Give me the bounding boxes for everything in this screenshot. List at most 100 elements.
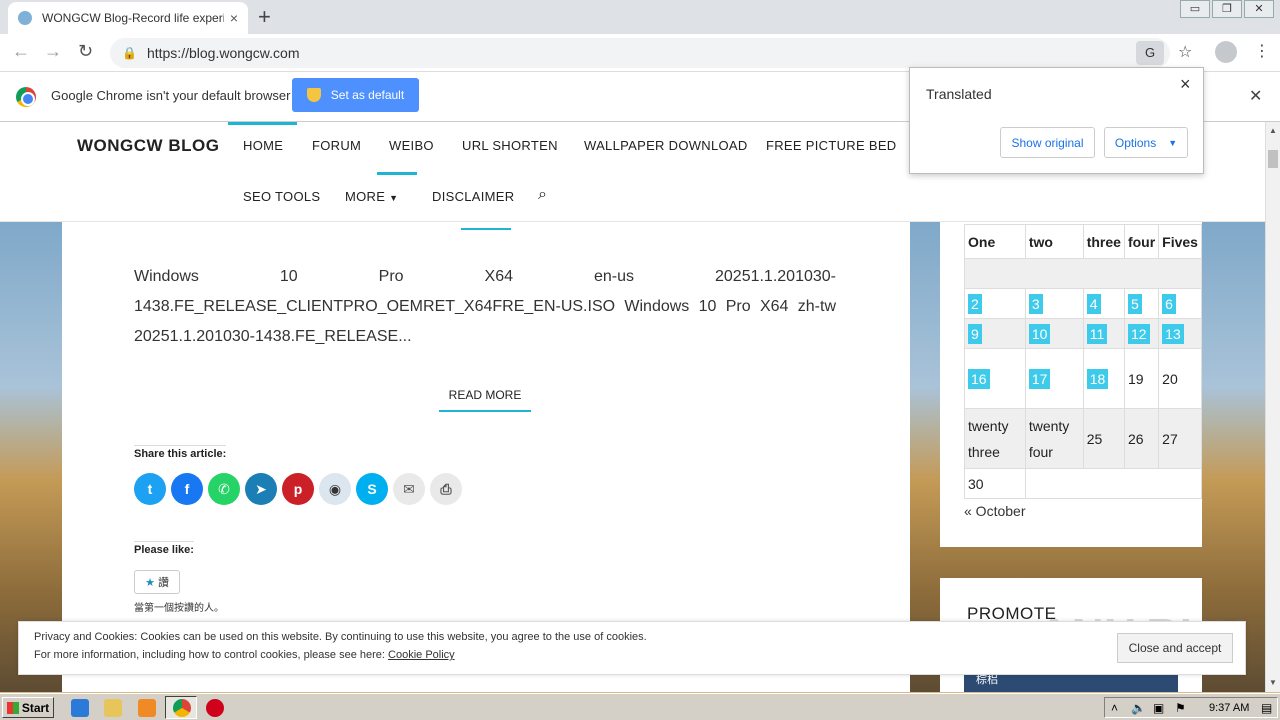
calendar-header: One [964,224,1026,259]
flag-icon[interactable]: ⚑ [1175,701,1186,715]
calendar-day-link[interactable]: 3 [1028,293,1043,314]
search-icon[interactable]: ⌕ [538,186,547,204]
calendar-day-link[interactable]: 4 [1086,293,1101,314]
read-more-button[interactable]: READ MORE [439,388,531,412]
calendar-day: twenty four [1024,408,1084,469]
like-button-label: 讚 [157,577,169,589]
scroll-down-icon[interactable]: ▼ [1269,678,1277,687]
windows-flag-icon [6,701,19,714]
translate-options-button[interactable]: Options ▼ [1104,127,1188,158]
whatsapp-share-icon[interactable]: ✆ [208,473,240,505]
translate-popup: Translated × Show original Options ▼ [909,67,1204,174]
skype-share-icon[interactable]: S [356,473,388,505]
calendar-prev-link[interactable]: « October [964,503,1025,519]
browser-tab[interactable]: WONGCW Blog-Record life experience × [8,2,248,34]
calendar-day-link[interactable]: 2 [968,293,982,314]
telegram-share-icon[interactable]: ➤ [245,473,277,505]
calendar-header: two [1024,224,1084,259]
restore-button[interactable]: ❐ [1212,0,1242,18]
shield-antivirus-icon[interactable] [206,699,224,717]
facebook-share-icon[interactable]: f [171,473,203,505]
cookie-text-more: For more information, including how to c… [34,649,455,661]
like-heading: Please like: [134,541,194,556]
translate-popup-close-icon[interactable]: × [1180,74,1191,95]
forward-button[interactable]: → [44,41,62,62]
nav-home[interactable]: HOME [243,138,283,153]
hover-nav-indicator [377,172,417,175]
page-scrollbar[interactable]: ▲ ▼ [1265,122,1280,692]
share-heading: Share this article: [134,445,227,460]
nav-more[interactable]: MORE ▼ [345,189,398,204]
address-bar[interactable]: 🔒 https://blog.wongcw.com G [110,38,1170,68]
media-player-icon[interactable] [138,699,156,717]
calendar-day-link[interactable]: 18 [1086,368,1109,389]
internet-explorer-icon[interactable] [71,699,89,717]
nav-weibo[interactable]: WEIBO [389,138,434,153]
calendar-header: Fives [1158,224,1202,259]
tab-close-icon[interactable]: × [230,10,238,26]
tab-strip: WONGCW Blog-Record life experience × + ▭… [0,0,1280,34]
nav-free-picture-bed[interactable]: FREE PICTURE BED [766,138,896,153]
calendar-day-link[interactable]: 16 [968,368,990,389]
calendar-day: 20 [1158,348,1202,409]
reddit-share-icon[interactable]: ◉ [319,473,351,505]
calendar-day-link[interactable]: 5 [1127,293,1142,314]
chrome-taskbar-button[interactable] [165,696,197,719]
menu-icon[interactable]: ⋮ [1254,41,1270,61]
calendar-day: 25 [1082,408,1125,469]
close-window-button[interactable]: ✕ [1244,0,1274,18]
calendar-empty-row [964,258,1202,289]
calendar-day: 27 [1158,408,1202,469]
new-tab-button[interactable]: + [258,4,271,30]
nav-wallpaper-download[interactable]: WALLPAPER DOWNLOAD [584,138,748,153]
network-icon[interactable]: ▣ [1153,701,1164,715]
calendar-day-link[interactable]: 17 [1028,368,1051,389]
reload-button[interactable]: ↻ [78,41,93,62]
like-caption: 當第一個按讚的人。 [134,603,224,614]
show-original-button[interactable]: Show original [1000,127,1095,158]
calendar-day-link[interactable]: 6 [1162,293,1176,314]
cookie-banner: Privacy and Cookies: Cookies can be used… [18,621,1246,675]
infobar-message: Google Chrome isn't your default browser [51,88,291,103]
set-default-button[interactable]: Set as default [292,78,419,112]
print-share-icon[interactable]: ⎙ [430,473,462,505]
calendar-header: three [1082,224,1125,259]
scroll-thumb[interactable] [1268,150,1278,168]
volume-icon[interactable]: 🔈 [1131,701,1146,715]
notification-icon[interactable]: ▤ [1261,701,1272,715]
calendar-day-link[interactable]: 12 [1127,323,1150,344]
nav-seo-tools[interactable]: SEO TOOLS [243,189,320,204]
bookmark-star-icon[interactable]: ☆ [1178,42,1192,62]
twitter-share-icon[interactable]: t [134,473,166,505]
set-default-label: Set as default [330,88,405,102]
favicon-icon [18,11,32,25]
system-tray: ˄ 🔈 ▣ ⚑ 9:37 AM ▤ [1104,697,1278,718]
pinterest-share-icon[interactable]: p [282,473,314,505]
calendar-day-link[interactable]: 11 [1086,323,1108,344]
calendar-day-link[interactable]: 13 [1162,323,1184,344]
nav-url-shorten[interactable]: URL SHORTEN [462,138,558,153]
infobar-close-icon[interactable]: ✕ [1249,86,1262,106]
tray-expand-icon[interactable]: ˄ [1111,701,1118,715]
file-explorer-icon[interactable] [104,699,122,717]
tab-title: WONGCW Blog-Record life experience [42,11,224,25]
nav-disclaimer[interactable]: DISCLAIMER [432,189,514,204]
profile-avatar[interactable] [1215,41,1237,63]
calendar-day-link[interactable]: 10 [1028,323,1051,344]
calendar-table: One two three four Fives 2 3 4 5 6 9 10 … [964,224,1203,499]
star-icon: ★ [145,576,155,589]
cookie-policy-link[interactable]: Cookie Policy [388,649,455,661]
email-share-icon[interactable]: ✉ [393,473,425,505]
nav-forum[interactable]: FORUM [312,138,361,153]
back-button[interactable]: ← [12,41,30,62]
calendar-day-link[interactable]: 9 [968,323,982,344]
calendar-day: 19 [1123,348,1160,409]
start-button[interactable]: Start [2,697,54,718]
translate-icon[interactable]: G [1136,41,1164,65]
minimize-button[interactable]: ▭ [1180,0,1210,18]
close-and-accept-button[interactable]: Close and accept [1117,633,1233,663]
like-button[interactable]: ★ 讚 [134,570,180,594]
scroll-up-icon[interactable]: ▲ [1269,126,1277,135]
site-brand[interactable]: WONGCW BLOG [77,136,219,156]
lock-icon: 🔒 [122,46,137,60]
